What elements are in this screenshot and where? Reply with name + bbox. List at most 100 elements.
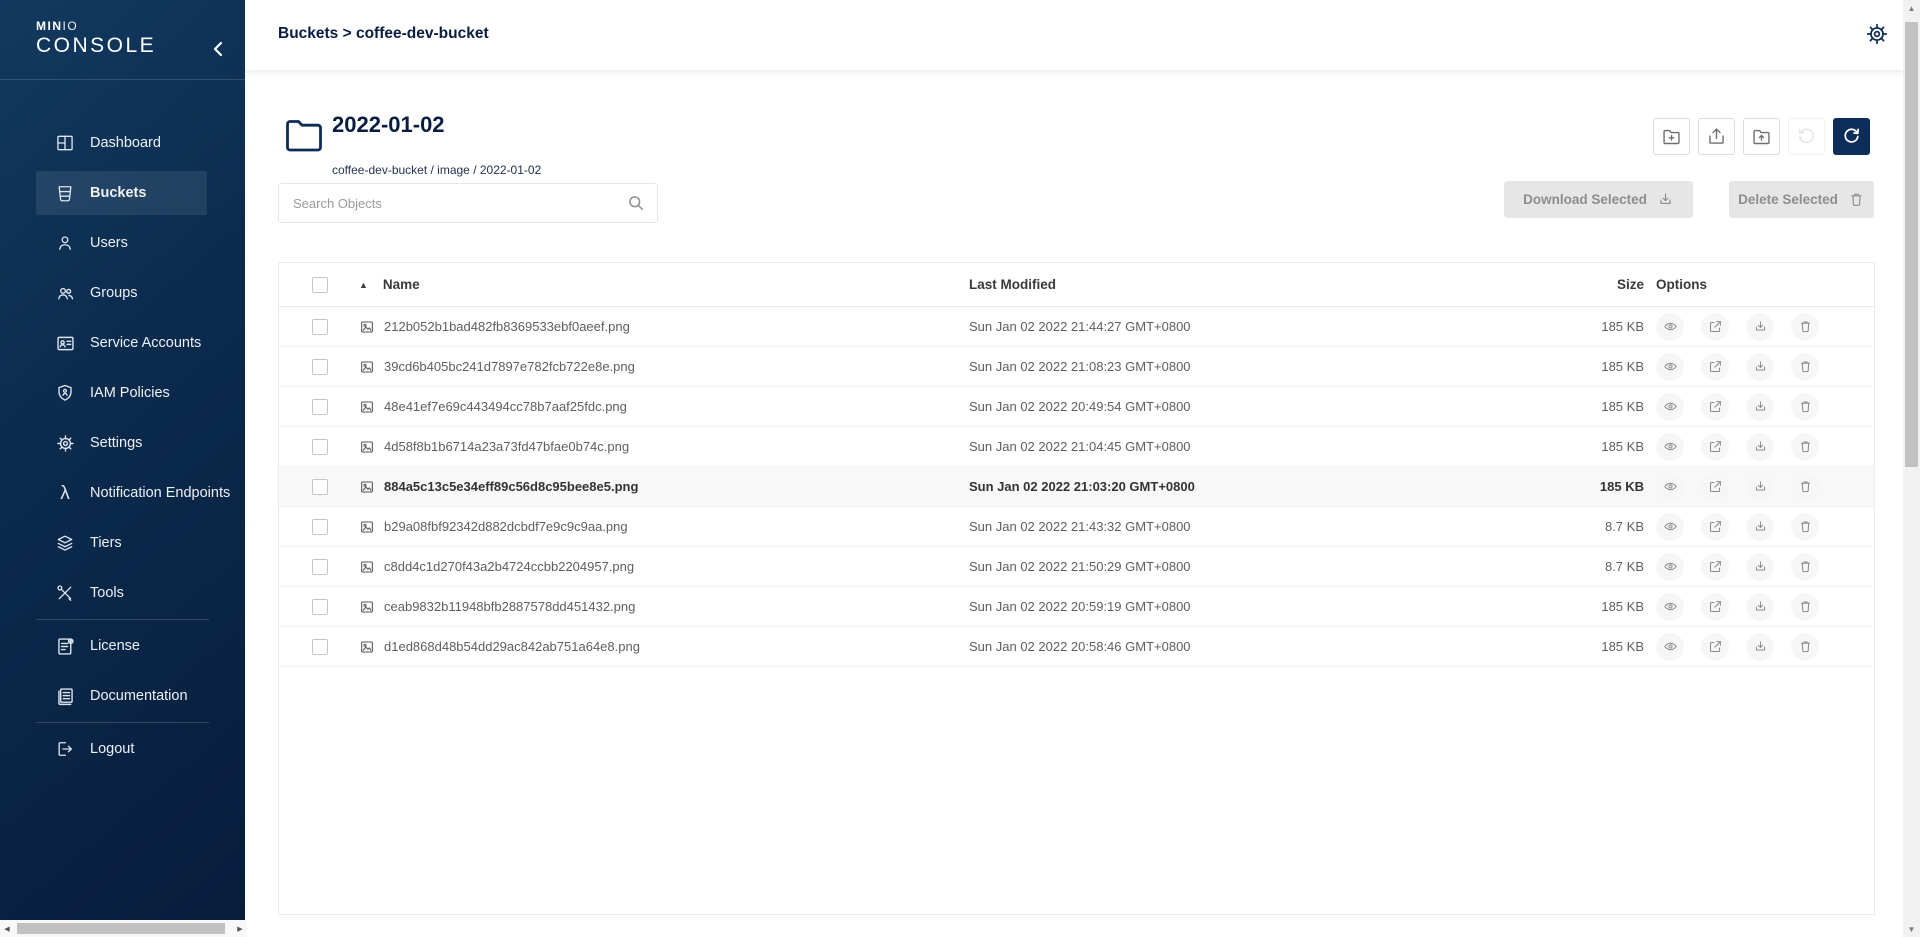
row-checkbox[interactable] (312, 599, 328, 615)
row-checkbox[interactable] (312, 439, 328, 455)
share-button[interactable] (1701, 353, 1729, 381)
object-path[interactable]: coffee-dev-bucket / image / 2022-01-02 (332, 163, 541, 177)
download-button[interactable] (1746, 513, 1774, 541)
preview-button[interactable] (1656, 593, 1684, 621)
sidebar-item-buckets[interactable]: Buckets (0, 168, 245, 218)
preview-button[interactable] (1656, 633, 1684, 661)
delete-button[interactable] (1791, 513, 1819, 541)
table-row[interactable]: b29a08fbf92342d882dcbdf7e9c9c9aa.png Sun… (279, 507, 1874, 547)
download-button[interactable] (1746, 593, 1774, 621)
table-row[interactable]: c8dd4c1d270f43a2b4724ccbb2204957.png Sun… (279, 547, 1874, 587)
delete-button[interactable] (1791, 433, 1819, 461)
share-button[interactable] (1701, 513, 1729, 541)
delete-button[interactable] (1791, 313, 1819, 341)
scroll-right-arrow[interactable]: ▶ (233, 920, 247, 937)
column-header-name[interactable]: ▲Name (349, 277, 969, 292)
row-checkbox[interactable] (312, 479, 328, 495)
row-checkbox[interactable] (312, 399, 328, 415)
table-row[interactable]: 4d58f8b1b6714a23a73fd47bfae0b74c.png Sun… (279, 427, 1874, 467)
share-button[interactable] (1701, 473, 1729, 501)
sidebar-item-label: Tools (90, 585, 124, 601)
sidebar-item-notification-endpoints[interactable]: λ Notification Endpoints (0, 468, 245, 518)
delete-selected-button[interactable]: Delete Selected (1729, 181, 1874, 218)
table-row[interactable]: ceab9832b11948bfb2887578dd451432.png Sun… (279, 587, 1874, 627)
table-row[interactable]: 212b052b1bad482fb8369533ebf0aeef.png Sun… (279, 307, 1874, 347)
preview-button[interactable] (1656, 433, 1684, 461)
sidebar-item-tools[interactable]: Tools (0, 568, 245, 618)
download-button[interactable] (1746, 633, 1774, 661)
preview-button[interactable] (1656, 553, 1684, 581)
sidebar-item-logout[interactable]: Logout (0, 724, 245, 774)
refresh-button[interactable] (1833, 118, 1870, 155)
download-button[interactable] (1746, 393, 1774, 421)
download-button[interactable] (1746, 353, 1774, 381)
preview-button[interactable] (1656, 473, 1684, 501)
sidebar-item-iam-policies[interactable]: IAM Policies (0, 368, 245, 418)
download-button[interactable] (1746, 313, 1774, 341)
download-button[interactable] (1746, 553, 1774, 581)
sidebar-item-service-accounts[interactable]: Service Accounts (0, 318, 245, 368)
sidebar-collapse-button[interactable] (212, 40, 224, 58)
share-button[interactable] (1701, 313, 1729, 341)
objects-table: ▲Name Last Modified Size Options 212b052… (278, 262, 1875, 915)
delete-button[interactable] (1791, 593, 1819, 621)
delete-button[interactable] (1791, 553, 1819, 581)
scroll-down-arrow[interactable]: ▼ (1903, 921, 1920, 937)
delete-button[interactable] (1791, 633, 1819, 661)
object-last-modified: Sun Jan 02 2022 21:44:27 GMT+0800 (969, 319, 1474, 334)
select-all-checkbox[interactable] (312, 277, 328, 293)
upload-file-button[interactable] (1698, 118, 1735, 155)
preview-button[interactable] (1656, 313, 1684, 341)
row-checkbox[interactable] (312, 639, 328, 655)
download-button[interactable] (1746, 433, 1774, 461)
table-row[interactable]: d1ed868d48b54dd29ac842ab751a64e8.png Sun… (279, 627, 1874, 667)
table-row[interactable]: 48e41ef7e69c443494cc78b7aaf25fdc.png Sun… (279, 387, 1874, 427)
buckets-icon (53, 183, 77, 203)
sidebar-item-dashboard[interactable]: Dashboard (0, 118, 245, 168)
row-checkbox[interactable] (312, 319, 328, 335)
sidebar-item-documentation[interactable]: Documentation (0, 671, 245, 721)
vertical-scrollbar-thumb[interactable] (1905, 22, 1918, 467)
preview-button[interactable] (1656, 393, 1684, 421)
share-button[interactable] (1701, 553, 1729, 581)
column-header-size[interactable]: Size (1474, 277, 1644, 292)
new-path-button[interactable] (1653, 118, 1690, 155)
sidebar-item-label: License (90, 638, 140, 654)
sidebar-item-license[interactable]: License (0, 621, 245, 671)
scroll-up-arrow[interactable]: ▲ (1903, 0, 1920, 16)
sidebar-item-label: Settings (90, 435, 142, 451)
search-input[interactable] (278, 183, 658, 223)
new-path-icon (1661, 126, 1682, 147)
settings-button[interactable] (1862, 19, 1892, 49)
table-row[interactable]: 884a5c13c5e34eff89c56d8c95bee8e5.png Sun… (279, 467, 1874, 507)
row-checkbox[interactable] (312, 359, 328, 375)
row-checkbox[interactable] (312, 559, 328, 575)
upload-folder-button[interactable] (1743, 118, 1780, 155)
download-selected-button[interactable]: Download Selected (1504, 181, 1693, 218)
object-size: 185 KB (1474, 439, 1644, 454)
chevron-left-icon (212, 40, 224, 58)
share-button[interactable] (1701, 633, 1729, 661)
sidebar-item-settings[interactable]: Settings (0, 418, 245, 468)
sidebar-horizontal-scrollbar[interactable]: ◀ ▶ (0, 920, 247, 937)
sidebar-item-users[interactable]: Users (0, 218, 245, 268)
table-row[interactable]: 39cd6b405bc241d7897e782fcb722e8e.png Sun… (279, 347, 1874, 387)
column-header-last-modified[interactable]: Last Modified (969, 277, 1474, 292)
sidebar-divider (0, 79, 245, 80)
scroll-left-arrow[interactable]: ◀ (0, 920, 14, 937)
delete-button[interactable] (1791, 353, 1819, 381)
breadcrumb[interactable]: Buckets > coffee-dev-bucket (278, 25, 489, 43)
share-button[interactable] (1701, 593, 1729, 621)
sidebar-item-tiers[interactable]: Tiers (0, 518, 245, 568)
share-button[interactable] (1701, 393, 1729, 421)
preview-button[interactable] (1656, 353, 1684, 381)
delete-button[interactable] (1791, 393, 1819, 421)
sidebar-item-groups[interactable]: Groups (0, 268, 245, 318)
preview-button[interactable] (1656, 513, 1684, 541)
download-button[interactable] (1746, 473, 1774, 501)
horizontal-scrollbar-thumb[interactable] (17, 923, 225, 934)
delete-button[interactable] (1791, 473, 1819, 501)
vertical-scrollbar[interactable]: ▲ ▼ (1903, 0, 1920, 937)
row-checkbox[interactable] (312, 519, 328, 535)
share-button[interactable] (1701, 433, 1729, 461)
